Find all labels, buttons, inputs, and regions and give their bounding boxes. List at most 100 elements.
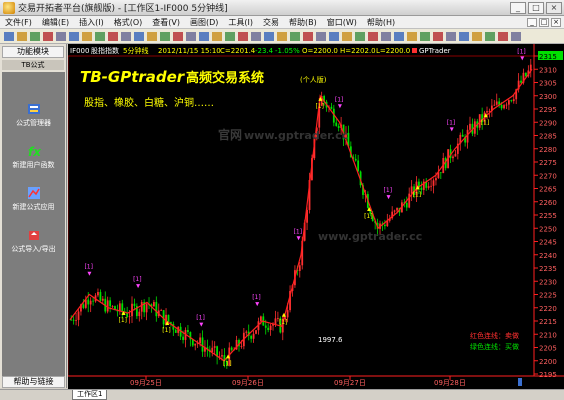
toolbar-button-icon[interactable] bbox=[225, 32, 235, 41]
chart-area[interactable]: [1] [1] [1] [1] [1] [1] [1] [1] [1] [1] [1] [1] [1] [… bbox=[67, 44, 564, 389]
toolbar-button-icon[interactable] bbox=[147, 32, 157, 41]
toolbar-button-icon[interactable] bbox=[4, 32, 14, 41]
candle-body bbox=[255, 330, 257, 334]
close-button[interactable]: × bbox=[546, 1, 562, 14]
candle-body bbox=[99, 292, 102, 301]
menu-file[interactable]: 文件(F) bbox=[0, 17, 37, 28]
menu-trade[interactable]: 交易 bbox=[258, 17, 284, 28]
toolbar-button-icon[interactable] bbox=[459, 32, 469, 41]
signal-label: [1] bbox=[335, 96, 344, 103]
signal-label: [1] bbox=[447, 119, 456, 126]
toolbar-button-icon[interactable] bbox=[173, 32, 183, 41]
toolbar-button-icon[interactable] bbox=[264, 32, 274, 41]
candle-body bbox=[500, 104, 503, 109]
signal-label: [1] bbox=[279, 319, 288, 326]
candle-body bbox=[520, 80, 522, 83]
toolbar-button-icon[interactable] bbox=[56, 32, 66, 41]
candle-body bbox=[211, 347, 214, 352]
doc-close-button[interactable]: × bbox=[551, 17, 561, 27]
toolbar-button-icon[interactable] bbox=[355, 32, 365, 41]
new-application-tool[interactable]: 新建公式应用 bbox=[2, 186, 65, 212]
toolbar-button-icon[interactable] bbox=[238, 32, 248, 41]
menu-window[interactable]: 窗口(W) bbox=[322, 17, 362, 28]
candle-body bbox=[383, 224, 386, 227]
toolbar-button-icon[interactable] bbox=[69, 32, 79, 41]
toolbar-button-icon[interactable] bbox=[485, 32, 495, 41]
toolbar-button-icon[interactable] bbox=[498, 32, 508, 41]
toolbar-button-icon[interactable] bbox=[511, 32, 521, 41]
toolbar-button-icon[interactable] bbox=[251, 32, 261, 41]
toolbar-button-icon[interactable] bbox=[394, 32, 404, 41]
menu-tools[interactable]: 工具(I) bbox=[223, 17, 258, 28]
toolbar-button-icon[interactable] bbox=[17, 32, 27, 41]
toolbar-button-icon[interactable] bbox=[108, 32, 118, 41]
time-axis-group: 09月25日 09月26日 09月27日 09月28日 bbox=[130, 376, 466, 387]
help-links-button[interactable]: 帮助与链接 bbox=[2, 376, 65, 388]
candle-body bbox=[72, 319, 75, 321]
toolbar-button-icon[interactable] bbox=[134, 32, 144, 41]
price-axis-group: 2195 2200 2205 2210 2215 2220 2225 2230 2235 2240… bbox=[534, 51, 563, 379]
toolbar-button-icon[interactable] bbox=[212, 32, 222, 41]
formula-manager-tool[interactable]: 公式管理器 bbox=[2, 102, 65, 128]
menu-insert[interactable]: 插入(I) bbox=[74, 17, 109, 28]
candle-body bbox=[109, 300, 112, 307]
signal-label: [1] bbox=[196, 315, 205, 322]
toolbar bbox=[0, 29, 564, 44]
signal-arrow bbox=[296, 236, 301, 241]
svg-text:fx: fx bbox=[28, 145, 41, 158]
maximize-button[interactable]: □ bbox=[528, 1, 544, 14]
toolbar-button-icon[interactable] bbox=[277, 32, 287, 41]
candle-body bbox=[420, 187, 423, 190]
scroll-marker[interactable] bbox=[518, 378, 522, 386]
doc-restore-button[interactable]: □ bbox=[539, 17, 549, 27]
toolbar-button-icon[interactable] bbox=[420, 32, 430, 41]
new-function-tool[interactable]: fx 新建用户函数 bbox=[2, 144, 65, 170]
menu-format[interactable]: 格式(O) bbox=[109, 17, 148, 28]
candle-body bbox=[97, 292, 99, 296]
toolbar-button-icon[interactable] bbox=[342, 32, 352, 41]
signal-label: [1] bbox=[481, 119, 490, 126]
workspace-tab[interactable]: 工作区1 bbox=[72, 390, 108, 400]
candle-body bbox=[503, 105, 505, 109]
menu-view[interactable]: 查看(V) bbox=[147, 17, 185, 28]
toolbar-button-icon[interactable] bbox=[199, 32, 209, 41]
price-tick-label: 2255 bbox=[539, 212, 557, 220]
toolbar-button-icon[interactable] bbox=[407, 32, 417, 41]
chart-period: 5分钟线 bbox=[123, 46, 148, 55]
signal-label: [1] bbox=[384, 187, 393, 194]
candle-body bbox=[221, 355, 223, 357]
toolbar-button-icon[interactable] bbox=[121, 32, 131, 41]
menu-help[interactable]: 帮助(H) bbox=[362, 17, 400, 28]
toolbar-button-icon[interactable] bbox=[186, 32, 196, 41]
toolbar-button-icon[interactable] bbox=[329, 32, 339, 41]
toolbar-button-icon[interactable] bbox=[433, 32, 443, 41]
toolbar-button-icon[interactable] bbox=[43, 32, 53, 41]
panel-section-tb-formula[interactable]: TB公式 bbox=[2, 60, 64, 70]
import-export-tool[interactable]: 公式导入/导出 bbox=[2, 228, 65, 254]
signal-label: [1] bbox=[84, 264, 93, 271]
toolbar-button-icon[interactable] bbox=[95, 32, 105, 41]
candle-body bbox=[512, 99, 515, 102]
toolbar-button-icon[interactable] bbox=[316, 32, 326, 41]
toolbar-button-icon[interactable] bbox=[303, 32, 313, 41]
toolbar-button-icon[interactable] bbox=[368, 32, 378, 41]
toolbar-button-icon[interactable] bbox=[30, 32, 40, 41]
doc-minimize-button[interactable]: _ bbox=[527, 17, 537, 27]
toolbar-button-icon[interactable] bbox=[290, 32, 300, 41]
minimize-button[interactable]: _ bbox=[510, 1, 526, 14]
toolbar-button-icon[interactable] bbox=[381, 32, 391, 41]
toolbar-button-icon[interactable] bbox=[472, 32, 482, 41]
toolbar-button-icon[interactable] bbox=[446, 32, 456, 41]
price-tick-label: 2305 bbox=[539, 80, 557, 88]
panel-header[interactable]: 功能模块 bbox=[2, 46, 64, 58]
menu-draw[interactable]: 画图(D) bbox=[185, 17, 223, 28]
candle-body bbox=[495, 101, 498, 105]
menu-help-b[interactable]: 帮助(B) bbox=[284, 17, 322, 28]
toolbar-button-icon[interactable] bbox=[160, 32, 170, 41]
toolbar-button-icon[interactable] bbox=[82, 32, 92, 41]
price-tick-label: 2210 bbox=[539, 331, 557, 339]
candle-body bbox=[508, 100, 510, 105]
candle-body bbox=[89, 300, 92, 305]
candlestick-chart[interactable]: [1] [1] [1] [1] [1] [1] [1] [1] [1] [1] [1] [1] [1] [… bbox=[67, 44, 564, 389]
menu-edit[interactable]: 编辑(E) bbox=[37, 17, 74, 28]
